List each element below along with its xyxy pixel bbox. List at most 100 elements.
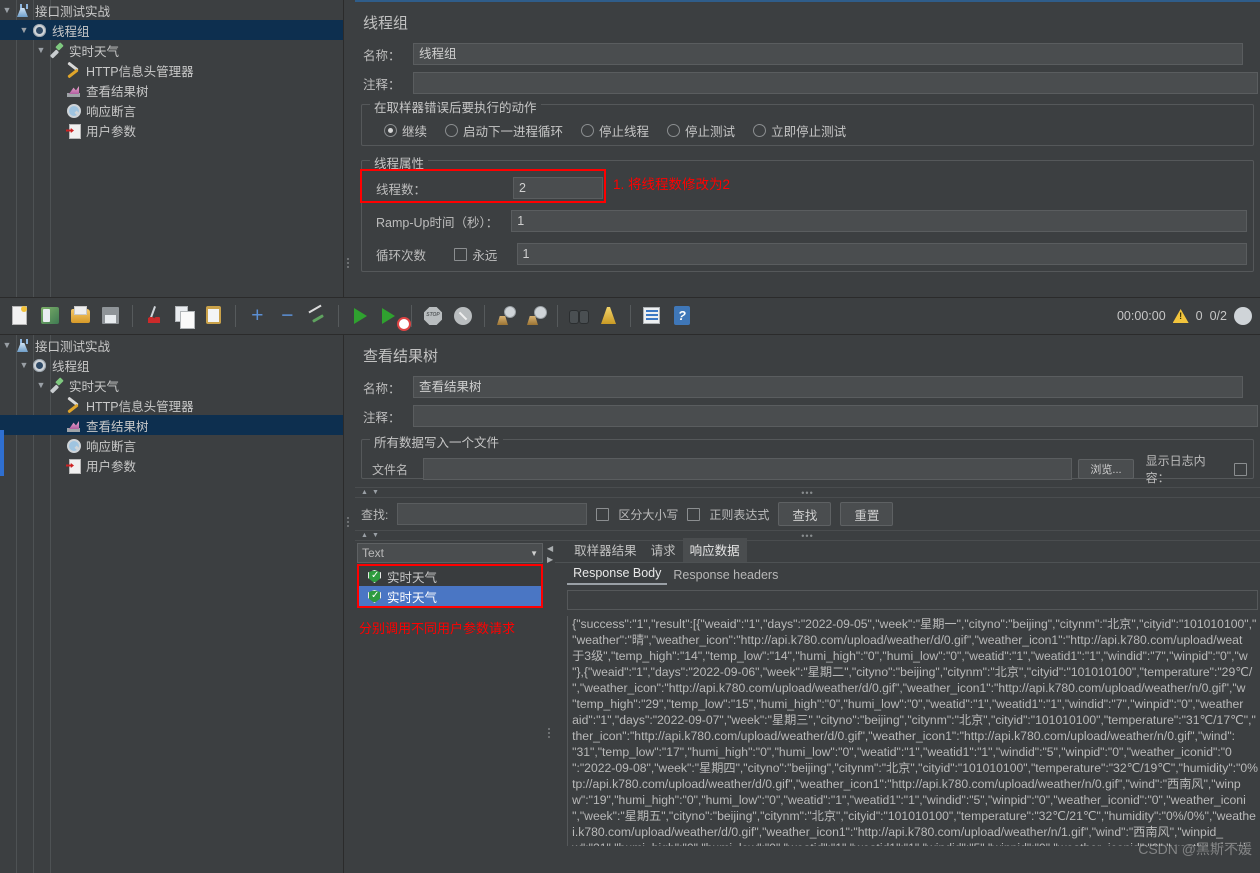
rampup-input[interactable]: 1 — [511, 210, 1247, 232]
chevron-down-icon[interactable]: ▼ — [34, 45, 48, 55]
result-tab-2[interactable]: 响应数据 — [682, 538, 747, 562]
chevron-down-icon[interactable]: ▼ — [17, 25, 31, 35]
radio-icon[interactable] — [753, 124, 767, 137]
splitter-above-results[interactable]: ▲ ▼ ••• — [355, 530, 1260, 541]
save-icon[interactable] — [98, 303, 124, 329]
start-icon[interactable] — [347, 303, 373, 329]
radio-icon[interactable] — [445, 124, 459, 137]
vertical-splitter-bottom[interactable] — [344, 335, 355, 873]
find-button[interactable]: 查找 — [778, 502, 832, 526]
tools-icon — [65, 397, 83, 413]
tab-scroll-left-icon[interactable]: ◀ — [545, 543, 555, 554]
open-icon[interactable] — [68, 303, 94, 329]
warning-triangle-icon[interactable] — [1172, 309, 1189, 323]
error-action-label: 立即停止测试 — [771, 125, 847, 139]
test-plan-tree-top[interactable]: ▼ 接口测试实战 ▼ 线程组 ▼ 实时天气 HTTP信息头管理器 查看结果树 响应断言 用户参数 — [0, 0, 344, 297]
radio-icon[interactable] — [384, 124, 397, 137]
search-input[interactable] — [397, 503, 588, 525]
tree-item-4[interactable]: 查看结果树 — [0, 415, 343, 435]
results-comment-input[interactable] — [413, 405, 1258, 427]
cut-icon[interactable] — [141, 303, 167, 329]
tab-scroll-right-icon[interactable]: ▶ — [545, 554, 555, 565]
result-item-1[interactable]: 实时天气 — [359, 586, 542, 606]
tree-item-6[interactable]: 用户参数 — [0, 455, 343, 475]
success-shield-icon — [366, 568, 383, 584]
userparam-icon — [65, 457, 83, 474]
toolbar-separator — [338, 305, 339, 327]
tree-item-1[interactable]: ▼ 线程组 — [0, 20, 343, 40]
renderer-select[interactable]: Text ▼ — [357, 543, 544, 563]
help-icon[interactable] — [669, 303, 695, 329]
case-sensitive-checkbox[interactable] — [596, 507, 610, 521]
stop-icon[interactable] — [420, 303, 446, 329]
tree-item-3[interactable]: HTTP信息头管理器 — [0, 395, 343, 415]
paste-icon[interactable] — [201, 303, 227, 329]
collapse-down-icon[interactable]: ▼ — [372, 489, 379, 497]
results-name-input[interactable]: 查看结果树 — [413, 376, 1243, 398]
response-detail-column: 取样器结果 请求 响应数据 Response Body Response header… — [555, 538, 1260, 846]
chevron-down-icon[interactable]: ▼ — [34, 380, 48, 390]
show-log-checkbox[interactable] — [1234, 462, 1247, 476]
start-no-pauses-icon[interactable] — [377, 303, 411, 331]
search-label: 查找: — [361, 507, 389, 522]
error-action-option-2[interactable]: 停止线程 — [581, 121, 649, 140]
templates-icon[interactable] — [38, 303, 64, 329]
tree-item-2[interactable]: ▼ 实时天气 — [0, 375, 343, 395]
radio-icon[interactable] — [581, 124, 595, 137]
loop-count-input[interactable]: 1 — [516, 243, 1248, 265]
response-search-field[interactable] — [567, 590, 1258, 610]
chevron-down-icon[interactable]: ▼ — [0, 5, 14, 15]
filename-input[interactable] — [423, 458, 1073, 480]
error-action-option-3[interactable]: 停止测试 — [667, 121, 735, 140]
tree-item-5[interactable]: 响应断言 — [0, 100, 343, 120]
result-item-0[interactable]: 实时天气 — [359, 566, 542, 586]
collapse-all-icon[interactable]: − — [274, 303, 300, 329]
clear-all-icon[interactable] — [523, 303, 549, 329]
chevron-down-icon[interactable]: ▼ — [0, 340, 14, 350]
jmeter-window: ▼ 接口测试实战 ▼ 线程组 ▼ 实时天气 HTTP信息头管理器 查看结果树 响应断言 用户参数 … — [0, 0, 1260, 873]
tree-item-4[interactable]: 查看结果树 — [0, 80, 343, 100]
tree-item-1[interactable]: ▼ 线程组 — [0, 355, 343, 375]
result-tab-1[interactable]: 请求 — [644, 538, 683, 562]
reset-button[interactable]: 重置 — [840, 502, 894, 526]
copy-icon[interactable] — [171, 303, 197, 329]
vertical-splitter-top[interactable] — [344, 0, 355, 297]
chevron-down-icon[interactable]: ▼ — [17, 360, 31, 370]
reset-search-icon[interactable] — [596, 303, 622, 329]
radio-icon[interactable] — [667, 124, 681, 137]
new-icon[interactable] — [8, 303, 34, 329]
tree-item-0[interactable]: ▼ 接口测试实战 — [0, 0, 343, 20]
regex-checkbox[interactable] — [687, 507, 701, 521]
threads-input[interactable]: 2 — [513, 177, 603, 199]
collapse-up-icon[interactable]: ▲ — [361, 489, 368, 497]
splitter-above-search[interactable]: ▲ ▼ ••• — [355, 487, 1260, 498]
error-action-option-1[interactable]: 启动下一进程循环 — [445, 121, 563, 140]
error-action-option-4[interactable]: 立即停止测试 — [753, 121, 846, 140]
results-splitter[interactable]: ◀ ▶ — [545, 541, 555, 821]
clear-icon[interactable] — [493, 303, 519, 329]
search-icon[interactable] — [566, 303, 592, 329]
expand-all-icon[interactable]: + — [244, 303, 270, 329]
thread-group-comment-input[interactable] — [413, 72, 1258, 94]
userparam-icon — [65, 122, 83, 139]
test-plan-tree-bottom[interactable]: ▼ 接口测试实战 ▼ 线程组 ▼ 实时天气 HTTP信息头管理器 查看结果树 响应断言 用户参数 — [0, 335, 344, 873]
error-action-option-0[interactable]: 继续 — [384, 121, 427, 140]
results-collapse-up-icon[interactable]: ▲ — [361, 532, 368, 540]
toggle-icon[interactable] — [304, 303, 330, 329]
tree-item-0[interactable]: ▼ 接口测试实战 — [0, 335, 343, 355]
forever-checkbox[interactable] — [454, 247, 468, 261]
start-icon-glyph — [354, 308, 367, 324]
thread-group-name-input[interactable]: 线程组 — [413, 43, 1243, 65]
browse-button[interactable]: 浏览... — [1078, 459, 1134, 479]
tree-item-3[interactable]: HTTP信息头管理器 — [0, 60, 343, 80]
shutdown-icon[interactable] — [450, 303, 476, 329]
results-collapse-down-icon[interactable]: ▼ — [372, 532, 379, 540]
result-tab-0[interactable]: 取样器结果 — [567, 538, 644, 562]
tree-item-2[interactable]: ▼ 实时天气 — [0, 40, 343, 60]
function-helper-icon[interactable] — [639, 303, 665, 329]
tree-item-6[interactable]: 用户参数 — [0, 120, 343, 140]
write-file-legend: 所有数据写入一个文件 — [370, 432, 504, 451]
response-subtab-1[interactable]: Response headers — [667, 566, 784, 585]
response-subtab-0[interactable]: Response Body — [567, 564, 668, 585]
tree-item-5[interactable]: 响应断言 — [0, 435, 343, 455]
